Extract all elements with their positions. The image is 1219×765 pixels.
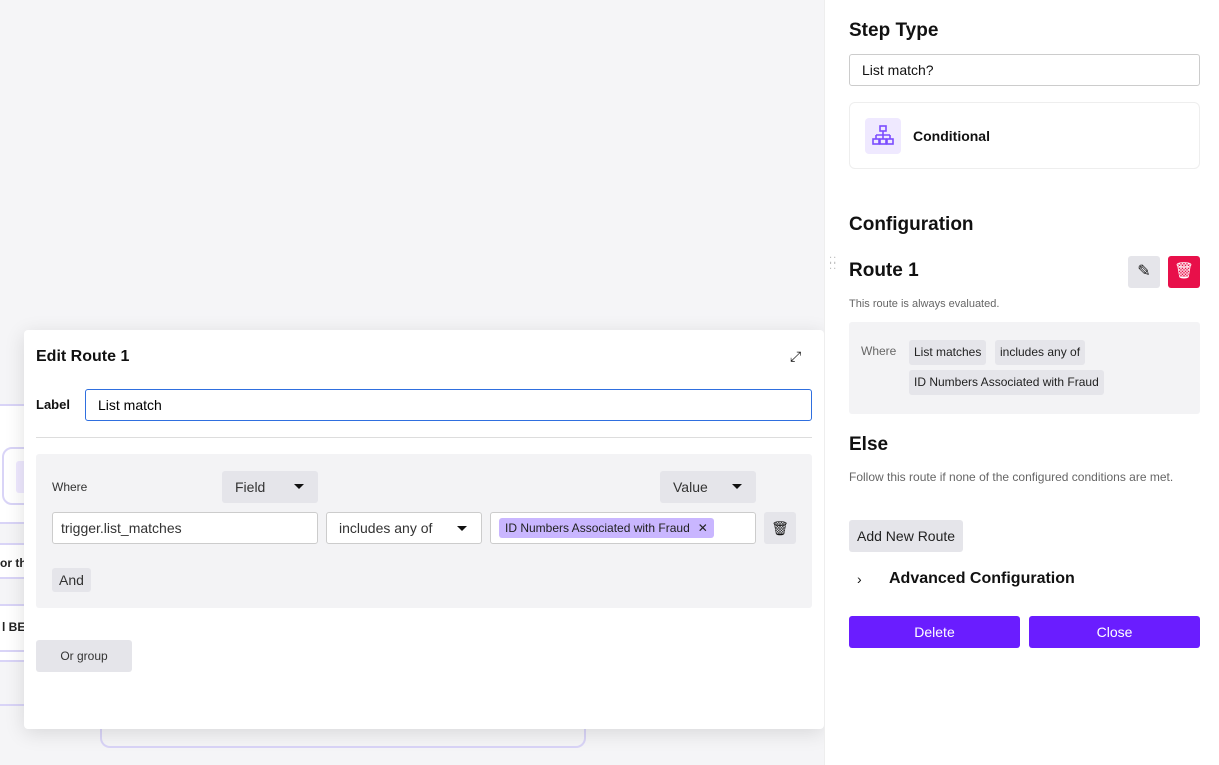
label-input[interactable]	[85, 389, 812, 421]
add-new-route-button[interactable]: Add New Route	[849, 520, 964, 552]
step-type-heading: Step Type	[849, 20, 939, 41]
expand-icon[interactable]: ⤢	[790, 348, 806, 364]
sitemap-icon	[865, 118, 901, 154]
caret-down-icon	[732, 484, 742, 489]
field-input[interactable]: trigger.list_matches	[52, 512, 318, 544]
configuration-heading: Configuration	[849, 214, 974, 235]
trash-icon: 🗑	[771, 520, 789, 536]
value-tag-label: ID Numbers Associated with Fraud	[505, 521, 690, 535]
caret-down-icon	[294, 484, 304, 489]
modal-title: Edit Route 1	[36, 348, 130, 365]
operator-select[interactable]: includes any of	[326, 512, 482, 544]
advanced-configuration-toggle[interactable]: Advanced Configuration	[889, 570, 1075, 588]
step-type-card[interactable]: Conditional	[849, 102, 1200, 169]
route-description: This route is always evaluated.	[849, 298, 1000, 310]
value-dropdown[interactable]: Value	[660, 471, 756, 503]
where-label: Where	[52, 480, 88, 494]
node-label: or th	[0, 556, 27, 570]
else-heading: Else	[849, 434, 889, 455]
step-config-panel: Step Type List match? Conditional Config…	[824, 0, 1219, 765]
operator-label: includes any of	[339, 520, 433, 536]
route-condition-summary: Where List matches includes any of ID Nu…	[849, 322, 1200, 414]
condition-group: Where Field Value trigger.list_matches i…	[36, 454, 812, 608]
chevron-right-icon[interactable]: ›	[857, 571, 862, 587]
condition-value: ID Numbers Associated with Fraud	[909, 370, 1104, 395]
where-label: Where	[861, 344, 897, 358]
edit-route-button[interactable]: ✎	[1128, 256, 1160, 288]
trash-icon: 🗑	[1173, 263, 1195, 280]
node-label: l BE	[2, 620, 26, 634]
drag-handle-icon[interactable]: ⁚⁚ ⁚⁚	[829, 257, 839, 272]
value-input[interactable]: ID Numbers Associated with Fraud ✕	[490, 512, 756, 544]
label-caption: Label	[36, 397, 70, 412]
delete-condition-button[interactable]: 🗑	[764, 512, 796, 544]
remove-tag-icon[interactable]: ✕	[698, 521, 708, 535]
pencil-icon: ✎	[1137, 263, 1151, 280]
value-tag: ID Numbers Associated with Fraud ✕	[499, 518, 714, 538]
close-button[interactable]: Close	[1029, 616, 1200, 648]
else-description: Follow this route if none of the configu…	[849, 470, 1174, 484]
field-dropdown-label: Field	[235, 479, 266, 495]
delete-button[interactable]: Delete	[849, 616, 1020, 648]
and-button[interactable]: And	[52, 568, 91, 592]
step-name-input[interactable]: List match?	[849, 54, 1200, 86]
step-type-name: Conditional	[913, 128, 990, 144]
field-dropdown[interactable]: Field	[222, 471, 318, 503]
or-group-button[interactable]: Or group	[36, 640, 132, 672]
edit-route-modal: Edit Route 1 ⤢ Label Where Field Value t…	[24, 330, 824, 729]
condition-operator: includes any of	[995, 340, 1086, 365]
delete-route-button[interactable]: 🗑	[1168, 256, 1200, 288]
value-dropdown-label: Value	[673, 479, 708, 495]
divider	[36, 437, 812, 438]
caret-down-icon	[457, 526, 467, 531]
condition-field: List matches	[909, 340, 987, 365]
route-title: Route 1	[849, 260, 919, 281]
